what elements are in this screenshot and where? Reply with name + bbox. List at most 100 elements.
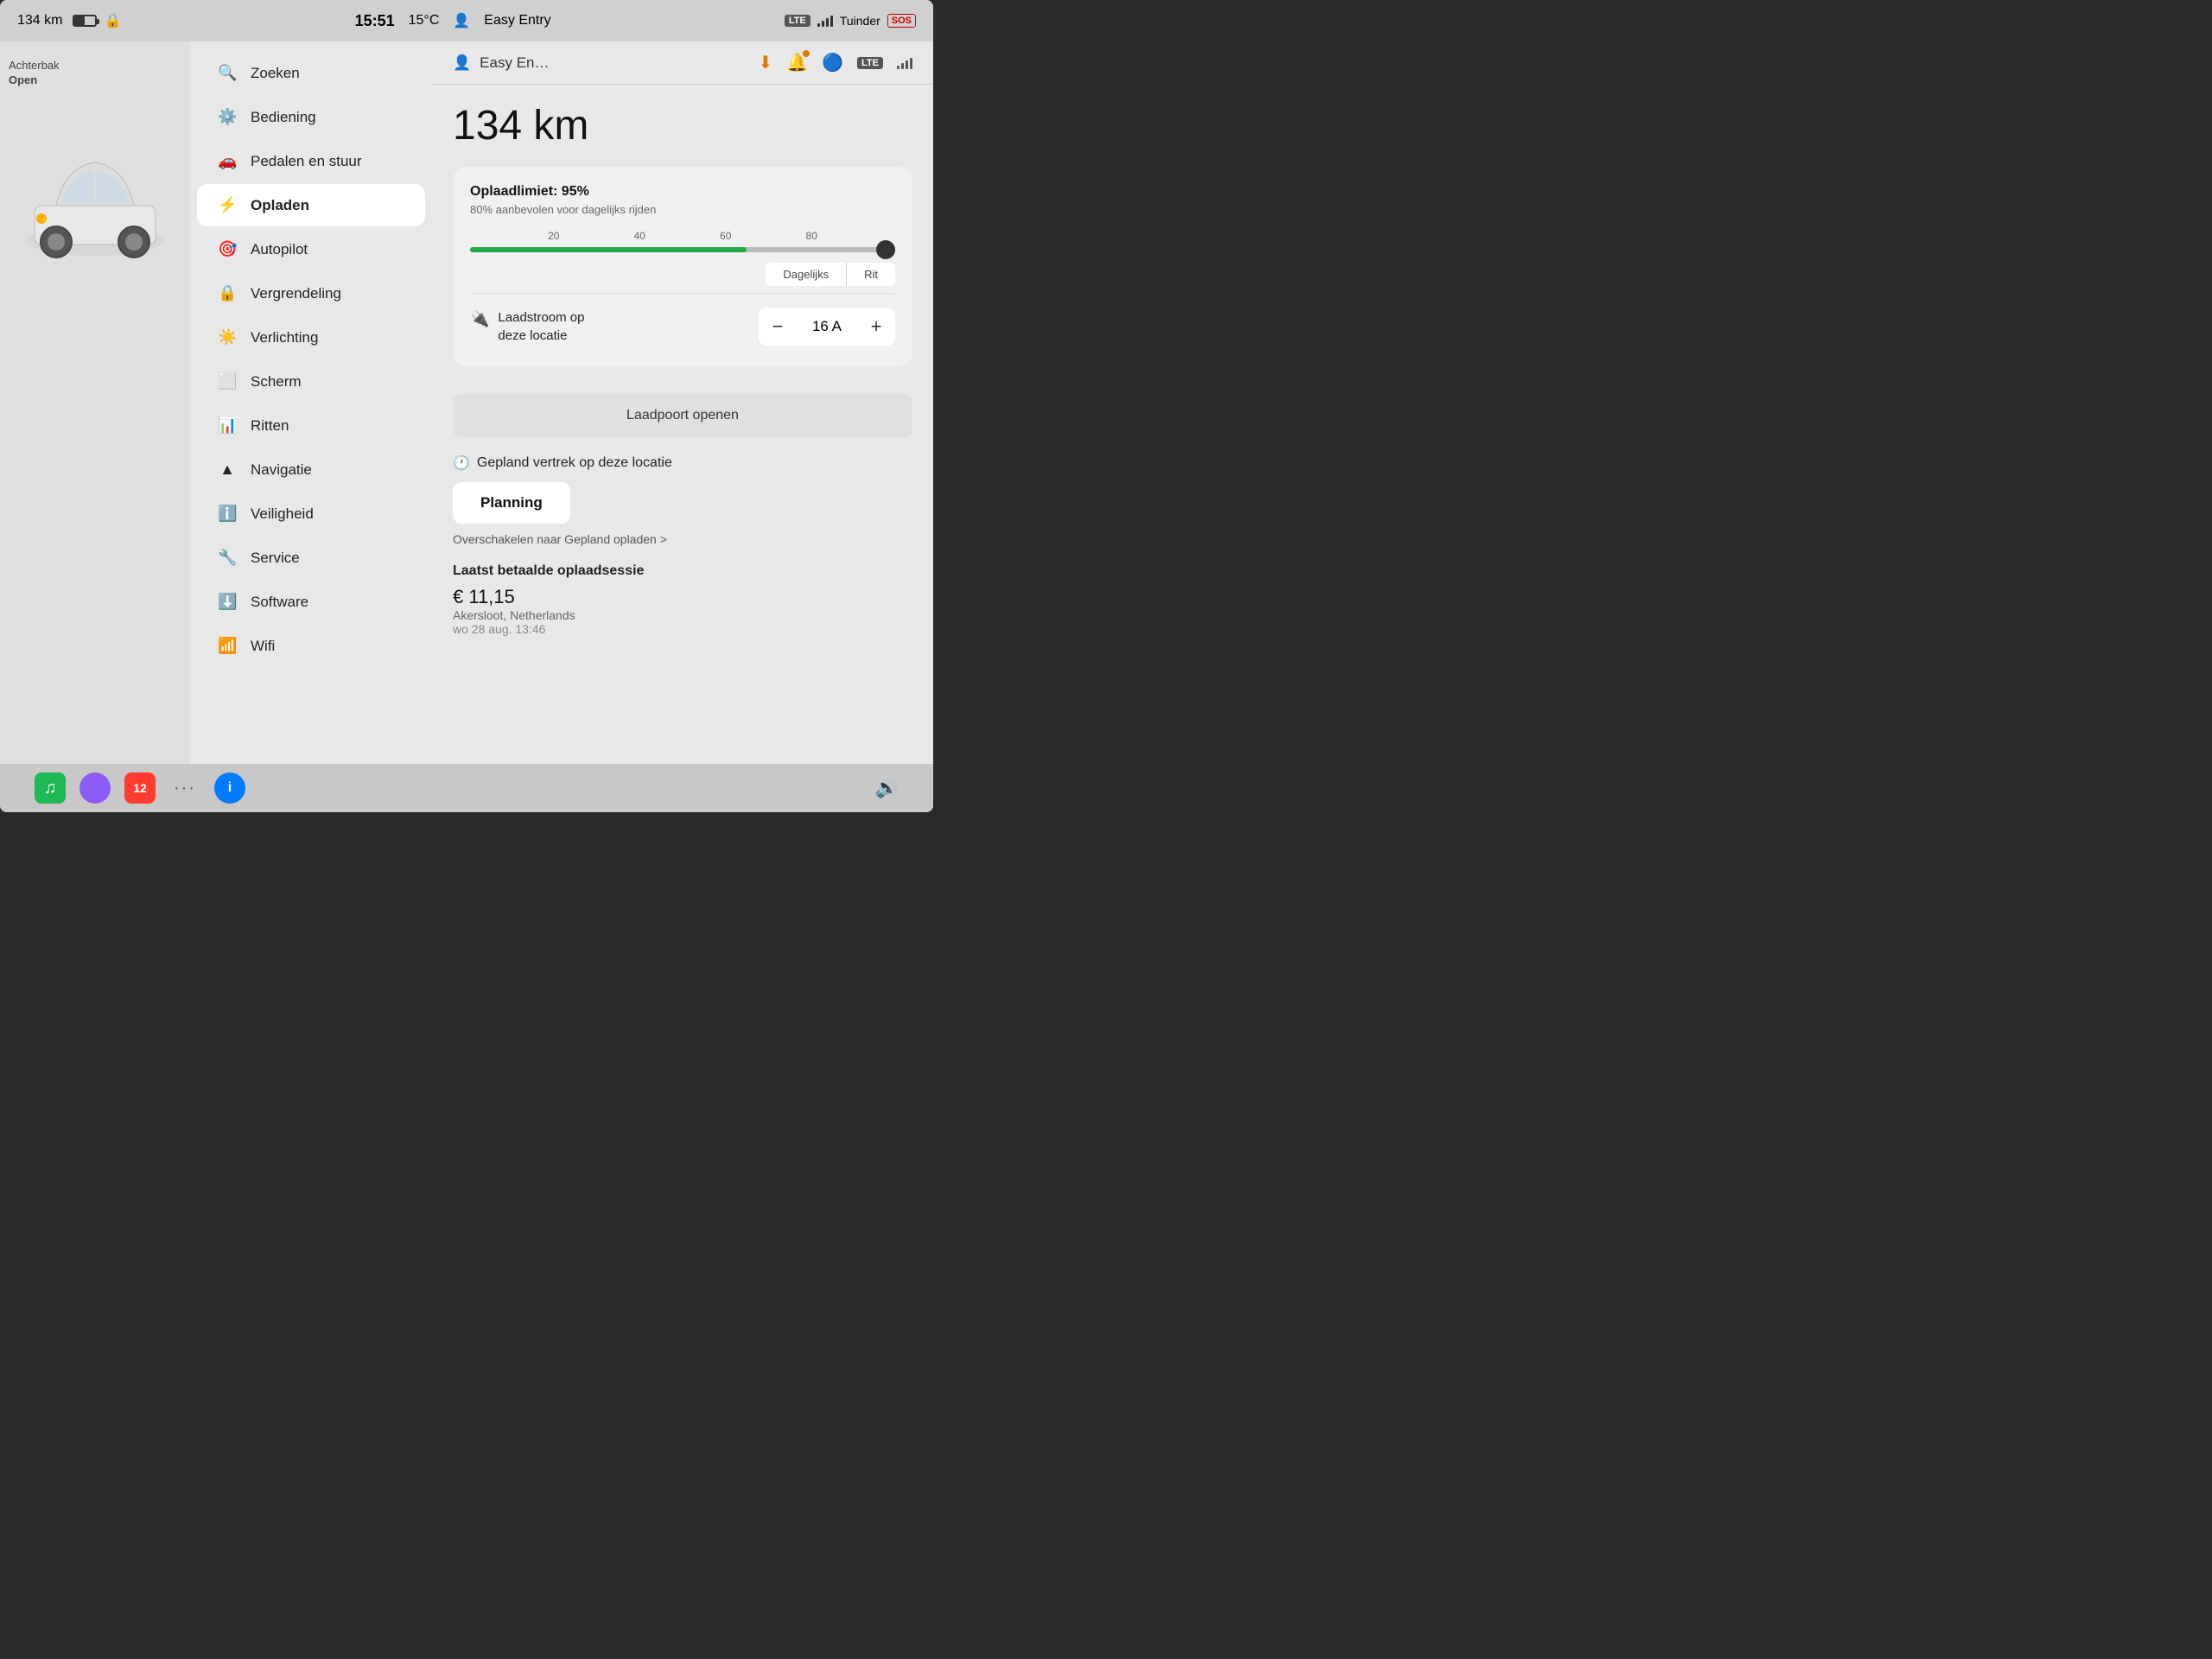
preset-buttons: Dagelijks Rit: [470, 263, 895, 286]
charge-icon: ⚡: [218, 196, 237, 214]
laadstroom-row: 🔌 Laadstroom op deze locatie − 16 A +: [470, 293, 895, 349]
safety-icon: ℹ️: [218, 505, 237, 523]
last-session-amount: € 11,15: [453, 586, 912, 608]
status-bar: 134 km 🔒 15:51 15°C 👤 Easy Entry LTE Tui…: [0, 0, 933, 41]
sidebar-label-pedalen: Pedalen en stuur: [251, 153, 362, 170]
last-session-title: Laatst betaalde oplaadsessie: [453, 563, 912, 579]
sidebar-label-bediening: Bediening: [251, 109, 316, 126]
charge-limit-subtitle: 80% aanbevolen voor dagelijks rijden: [470, 203, 895, 216]
bluetooth-icon[interactable]: 🔵: [822, 52, 843, 73]
slider-labels: 20 40 60 80: [470, 230, 895, 242]
light-icon: ☀️: [218, 328, 237, 346]
service-icon: 🔧: [218, 549, 237, 567]
time-display: 15:51: [355, 12, 395, 30]
sidebar-item-pedalen[interactable]: 🚗 Pedalen en stuur: [197, 140, 425, 182]
taskbar: ♫ 12 ··· i 🔊: [0, 764, 933, 812]
temperature-display: 15°C: [409, 13, 440, 29]
gepland-section-title: 🕐 Gepland vertrek op deze locatie: [453, 454, 912, 472]
sidebar-item-verlichting[interactable]: ☀️ Verlichting: [197, 316, 425, 359]
laadstroom-increase-button[interactable]: +: [857, 308, 895, 346]
status-right: LTE Tuinder SOS: [785, 14, 916, 28]
laadpoort-button[interactable]: Laadpoort openen: [453, 394, 912, 437]
sidebar-label-veiligheid: Veiligheid: [251, 505, 314, 523]
sidebar-item-autopilot[interactable]: 🎯 Autopilot: [197, 228, 425, 270]
signal-header-icon: [897, 57, 912, 69]
taskbar-apps: ♫ 12 ··· i: [35, 772, 245, 804]
status-left: 134 km 🔒: [17, 12, 121, 29]
battery-icon: [73, 15, 97, 27]
sidebar-item-opladen[interactable]: ⚡ Opladen: [197, 184, 425, 226]
sidebar-label-navigatie: Navigatie: [251, 461, 312, 479]
laadstroom-value: 16 A: [797, 318, 857, 335]
sidebar-label-zoeken: Zoeken: [251, 65, 300, 82]
wifi-icon: 📶: [218, 637, 237, 655]
sidebar-label-software: Software: [251, 594, 308, 611]
main-panel: 👤 Easy En… ⬇ 🔔 🔵 LTE: [432, 41, 933, 812]
panel-header-icons: ⬇ 🔔 🔵 LTE: [758, 52, 912, 73]
autopilot-icon: 🎯: [218, 240, 237, 258]
charge-slider-container: [470, 247, 895, 252]
sidebar-item-scherm[interactable]: ⬜ Scherm: [197, 360, 425, 403]
charge-slider-fill: [470, 247, 747, 252]
charge-card: Oplaadlimiet: 95% 80% aanbevolen voor da…: [453, 167, 912, 366]
dagelijks-button[interactable]: Dagelijks: [766, 263, 847, 286]
sidebar: 🔍 Zoeken ⚙️ Bediening 🚗 Pedalen en stuur…: [190, 41, 432, 812]
laadstroom-decrease-button[interactable]: −: [759, 308, 797, 346]
trips-icon: 📊: [218, 416, 237, 435]
car-panel: Achterbak Open: [0, 41, 190, 812]
sidebar-item-service[interactable]: 🔧 Service: [197, 537, 425, 579]
sidebar-item-vergrendeling[interactable]: 🔒 Vergrendeling: [197, 272, 425, 315]
car-image: ⚡: [17, 111, 173, 283]
range-km-display: 134 km: [453, 102, 912, 149]
sidebar-item-veiligheid[interactable]: ℹ️ Veiligheid: [197, 493, 425, 535]
sidebar-label-ritten: Ritten: [251, 417, 289, 435]
last-session-location: Akersloot, Netherlands: [453, 608, 912, 622]
sidebar-item-wifi[interactable]: 📶 Wifi: [197, 625, 425, 667]
notification-icon[interactable]: 🔔: [786, 52, 808, 73]
sidebar-item-software[interactable]: ⬇️ Software: [197, 581, 425, 623]
download-header-icon[interactable]: ⬇: [758, 52, 772, 73]
controls-icon: ⚙️: [218, 108, 237, 126]
sidebar-label-verlichting: Verlichting: [251, 329, 318, 346]
trunk-badge: Achterbak Open: [9, 59, 60, 88]
panel-header-left: 👤 Easy En…: [453, 54, 549, 72]
sidebar-label-wifi: Wifi: [251, 638, 275, 655]
charge-limit-title: Oplaadlimiet: 95%: [470, 184, 895, 200]
rit-button[interactable]: Rit: [847, 263, 895, 286]
sidebar-item-zoeken[interactable]: 🔍 Zoeken: [197, 52, 425, 94]
signal-bars-icon: [817, 15, 833, 27]
sidebar-label-autopilot: Autopilot: [251, 241, 308, 258]
lte-badge: LTE: [785, 15, 810, 27]
svg-text:⚡: ⚡: [40, 215, 48, 224]
panel-profile-name: Easy En…: [480, 54, 549, 72]
operator-display: Tuinder: [840, 14, 880, 28]
app-dots[interactable]: ···: [169, 772, 200, 804]
screen-icon: ⬜: [218, 372, 237, 391]
profile-name: Easy Entry: [484, 13, 550, 29]
sidebar-item-navigatie[interactable]: ▲ Navigatie: [197, 448, 425, 491]
panel-content: 134 km Oplaadlimiet: 95% 80% aanbevolen …: [432, 85, 933, 653]
panel-header: 👤 Easy En… ⬇ 🔔 🔵 LTE: [432, 41, 933, 85]
volume-icon[interactable]: 🔊: [875, 777, 899, 799]
app-spotify[interactable]: ♫: [35, 772, 66, 804]
charge-slider-track[interactable]: [470, 247, 895, 252]
charge-slider-thumb[interactable]: [876, 240, 895, 259]
planning-button[interactable]: Planning: [453, 482, 570, 524]
pedals-icon: 🚗: [218, 152, 237, 170]
sidebar-item-ritten[interactable]: 📊 Ritten: [197, 404, 425, 447]
switch-planning-link[interactable]: Overschakelen naar Gepland opladen >: [453, 532, 912, 546]
sidebar-label-opladen: Opladen: [251, 197, 309, 214]
sidebar-label-vergrendeling: Vergrendeling: [251, 285, 341, 302]
last-session-date: wo 28 aug. 13:46: [453, 622, 912, 636]
app-info[interactable]: i: [214, 772, 245, 804]
taskbar-right: 🔊: [875, 777, 899, 799]
app-purple[interactable]: [79, 772, 111, 804]
clock-icon: 🕐: [453, 454, 470, 472]
sidebar-item-bediening[interactable]: ⚙️ Bediening: [197, 96, 425, 138]
laadstroom-control: − 16 A +: [759, 308, 895, 346]
lock-nav-icon: 🔒: [218, 284, 237, 302]
nav-icon: ▲: [218, 461, 237, 479]
app-calendar[interactable]: 12: [124, 772, 156, 804]
lte-header-badge: LTE: [857, 57, 883, 69]
main-content: Achterbak Open: [0, 41, 933, 812]
